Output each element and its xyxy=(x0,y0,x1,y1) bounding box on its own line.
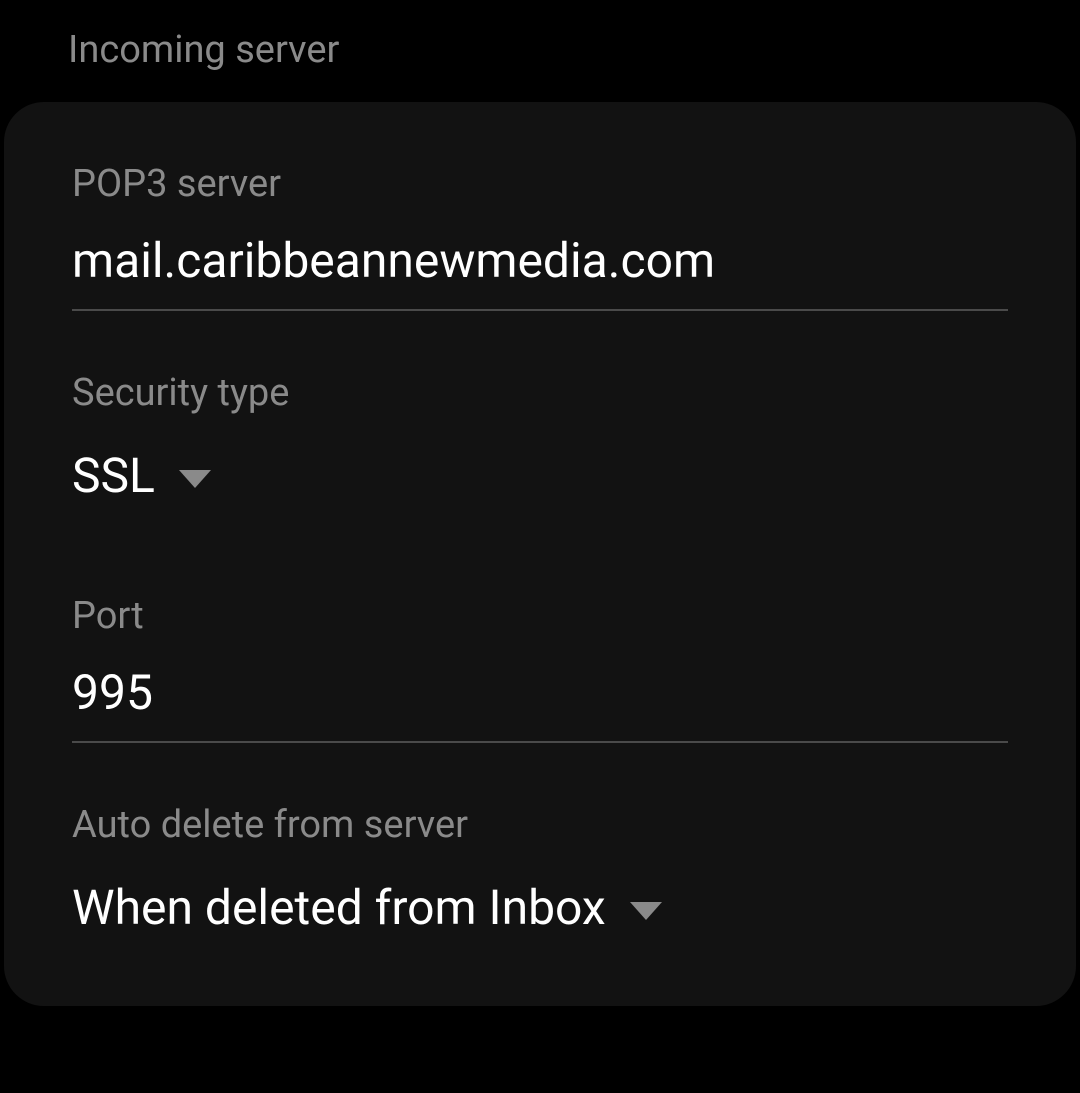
pop3-server-field-group: POP3 server xyxy=(72,162,1008,311)
port-label: Port xyxy=(72,594,1008,638)
auto-delete-label: Auto delete from server xyxy=(72,803,1008,847)
security-type-dropdown[interactable]: SSL xyxy=(72,447,1008,504)
port-input[interactable] xyxy=(72,656,1008,743)
incoming-server-card: POP3 server Security type SSL Port Auto … xyxy=(4,102,1076,1006)
chevron-down-icon xyxy=(179,470,211,488)
auto-delete-value: When deleted from Inbox xyxy=(72,879,606,936)
port-field-group: Port xyxy=(72,594,1008,743)
pop3-server-label: POP3 server xyxy=(72,162,1008,206)
auto-delete-dropdown[interactable]: When deleted from Inbox xyxy=(72,879,1008,936)
security-type-field-group: Security type SSL xyxy=(72,371,1008,504)
pop3-server-input[interactable] xyxy=(72,224,1008,311)
section-header: Incoming server xyxy=(0,0,1080,102)
chevron-down-icon xyxy=(630,902,662,920)
security-type-value: SSL xyxy=(72,447,155,504)
auto-delete-field-group: Auto delete from server When deleted fro… xyxy=(72,803,1008,936)
security-type-label: Security type xyxy=(72,371,1008,415)
